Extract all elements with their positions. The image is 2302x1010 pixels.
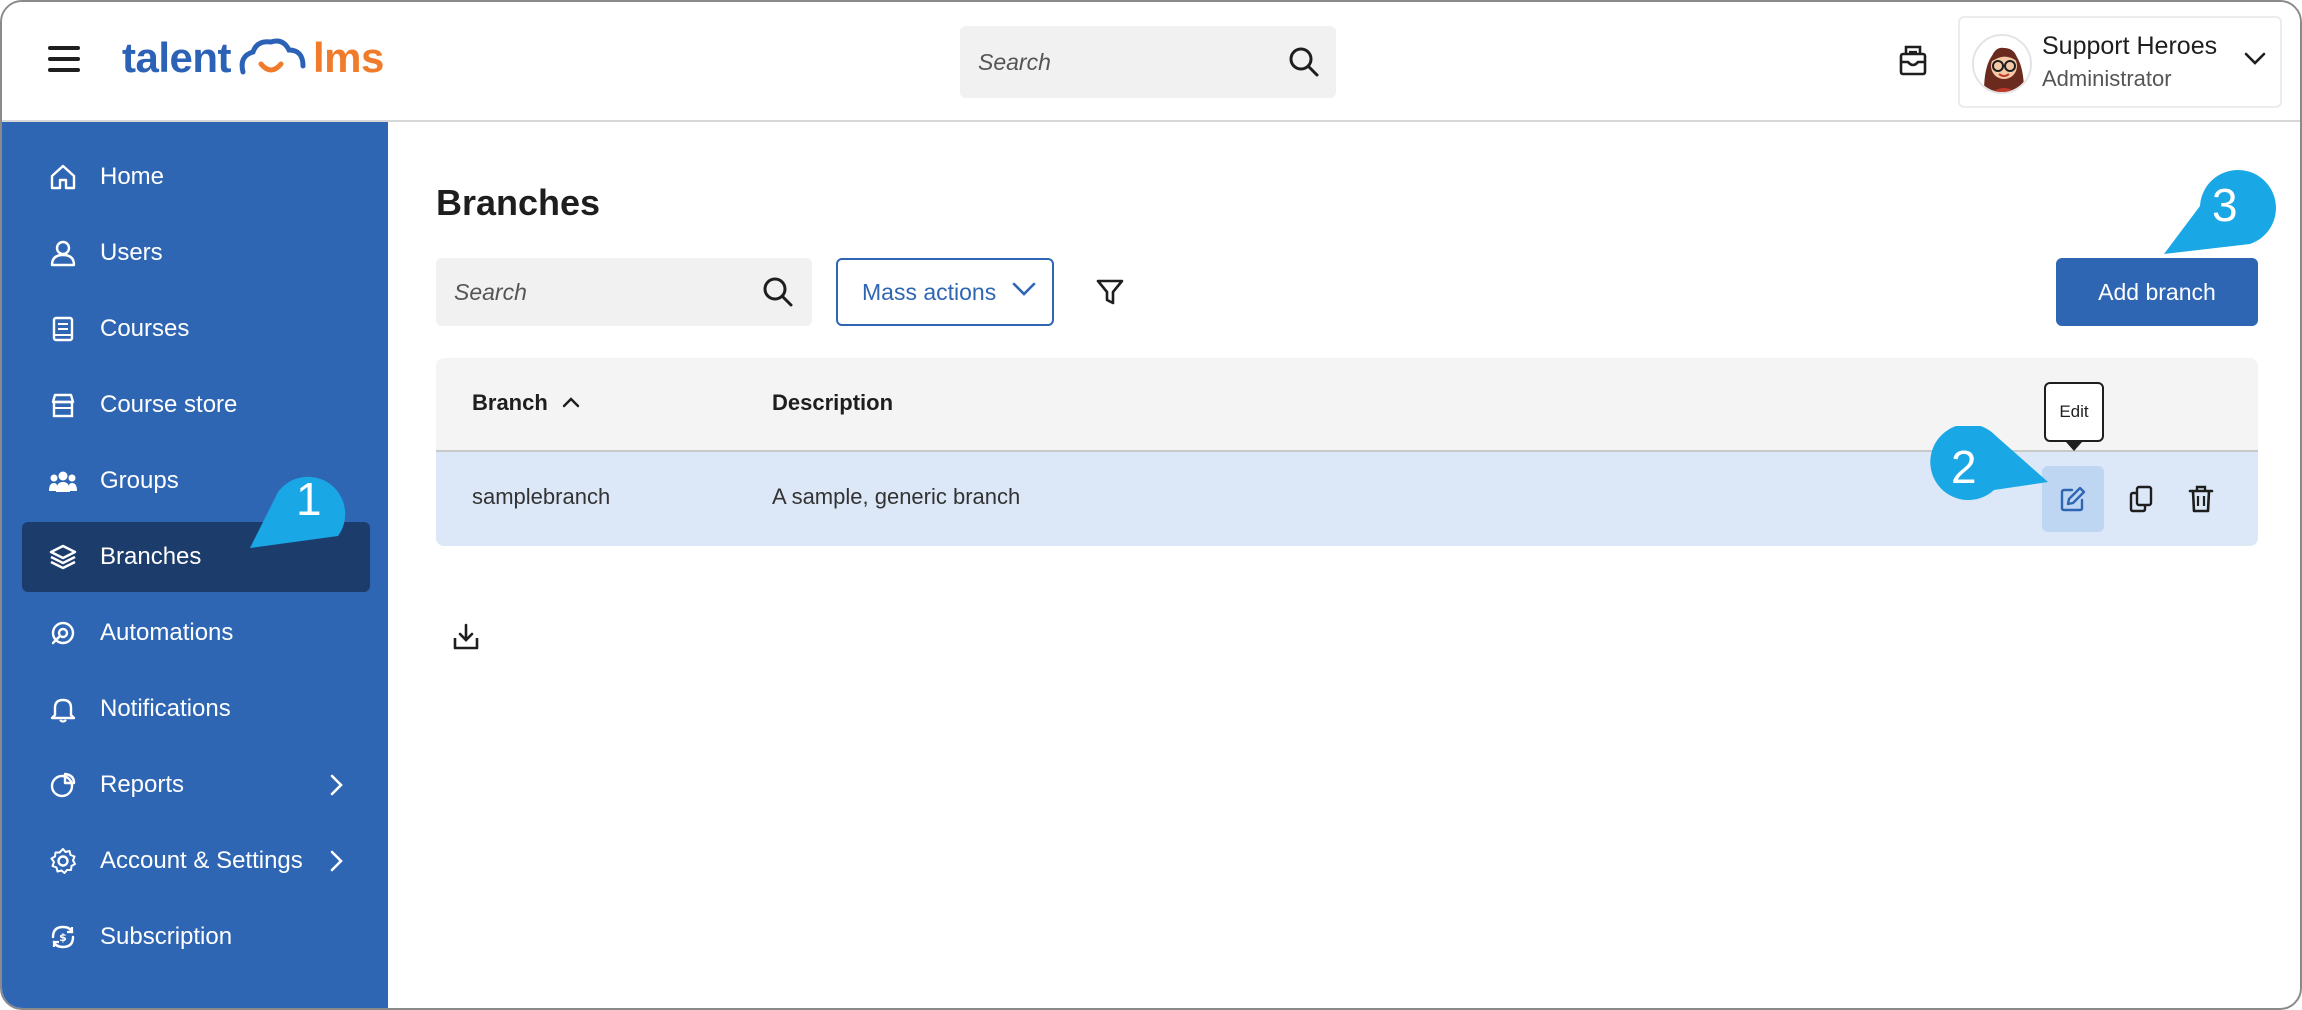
user-name: Support Heroes (2042, 32, 2218, 60)
groups-icon (48, 466, 78, 496)
gear-icon (48, 846, 78, 876)
user-role: Administrator (2042, 66, 2172, 91)
logo-text-talent: talent (122, 34, 232, 81)
delete-button[interactable] (2178, 466, 2224, 532)
sidebar-item-courses[interactable]: Courses (22, 294, 370, 364)
export-download-icon[interactable] (452, 622, 480, 652)
branches-search[interactable] (436, 258, 812, 326)
add-branch-button[interactable]: Add branch (2056, 258, 2258, 326)
branches-search-input[interactable] (454, 258, 734, 326)
search-icon[interactable] (1288, 46, 1320, 78)
logo-text-lms: lms (313, 34, 384, 81)
callout-1-number: 1 (296, 473, 322, 525)
column-header-description: Description (772, 390, 894, 415)
bell-icon (48, 694, 78, 724)
sidebar: Home Users Courses Course store Groups B… (2, 122, 388, 1008)
search-icon[interactable] (762, 276, 794, 308)
subscription-icon: $ (48, 922, 78, 952)
chevron-right-icon (330, 774, 343, 796)
sidebar-item-users[interactable]: Users (22, 218, 370, 288)
sort-ascending-icon[interactable] (562, 396, 580, 408)
column-header-branch[interactable]: Branch (472, 390, 548, 416)
sidebar-item-label: Automations (100, 619, 234, 646)
layers-icon (48, 542, 78, 572)
mass-actions-label: Mass actions (862, 278, 997, 305)
trash-icon (2188, 485, 2214, 513)
sidebar-item-label: Account & Settings (100, 847, 303, 874)
sidebar-item-label: Course store (100, 391, 238, 418)
sidebar-item-label: Subscription (100, 923, 233, 950)
store-icon (48, 390, 78, 420)
logo-cloud-icon (239, 38, 306, 75)
sidebar-item-label: Courses (100, 315, 190, 342)
cell-description: A sample, generic branch (772, 484, 1021, 509)
mass-actions-dropdown[interactable]: Mass actions (836, 258, 1054, 326)
sidebar-item-label: Home (100, 163, 165, 190)
filter-icon[interactable] (1096, 278, 1124, 306)
sidebar-item-account-settings[interactable]: Account & Settings (22, 826, 370, 896)
hamburger-menu-icon[interactable] (48, 46, 80, 76)
global-search-input[interactable] (978, 26, 1258, 98)
edit-icon (2060, 486, 2086, 512)
page-title: Branches (436, 182, 601, 223)
chevron-right-icon (330, 850, 343, 872)
sidebar-item-notifications[interactable]: Notifications (22, 674, 370, 744)
clone-button[interactable] (2118, 466, 2164, 532)
top-bar: talent lms Search Support Heroes Adminis… (2, 2, 2300, 122)
user-icon (48, 238, 78, 268)
svg-text:$: $ (59, 931, 67, 944)
sidebar-item-home[interactable]: Home (22, 142, 370, 212)
sidebar-item-label: Notifications (100, 695, 231, 722)
copy-icon (2129, 485, 2153, 513)
sidebar-item-course-store[interactable]: Course store (22, 370, 370, 440)
global-search[interactable] (960, 26, 1336, 98)
automation-icon (48, 618, 78, 648)
chevron-down-icon[interactable] (2244, 52, 2266, 66)
inbox-icon[interactable] (1898, 44, 1928, 76)
home-icon (48, 162, 78, 192)
sidebar-item-automations[interactable]: Automations (22, 598, 370, 668)
cell-branch: samplebranch (472, 484, 611, 509)
sidebar-item-label: Branches (100, 543, 202, 570)
tooltip-arrow (2066, 442, 2082, 451)
callout-2 (1930, 426, 2048, 500)
callout-2-number: 2 (1951, 441, 1977, 493)
chevron-down-icon (1012, 282, 1036, 296)
callout-3-number: 3 (2212, 179, 2238, 231)
sidebar-item-label: Users (100, 239, 163, 266)
avatar (1972, 34, 2032, 94)
app-window: talent lms Search Support Heroes Adminis… (0, 0, 2302, 1010)
pie-chart-icon (48, 770, 78, 800)
book-icon (48, 314, 78, 344)
sidebar-item-reports[interactable]: Reports (22, 750, 370, 820)
talentlms-logo[interactable]: talent lms (122, 28, 384, 88)
user-menu[interactable]: Support Heroes Administrator (1958, 16, 2282, 108)
sidebar-item-label: Reports (100, 771, 185, 798)
sidebar-item-label: Groups (100, 467, 179, 494)
sidebar-item-subscription[interactable]: $ Subscription (22, 902, 370, 972)
